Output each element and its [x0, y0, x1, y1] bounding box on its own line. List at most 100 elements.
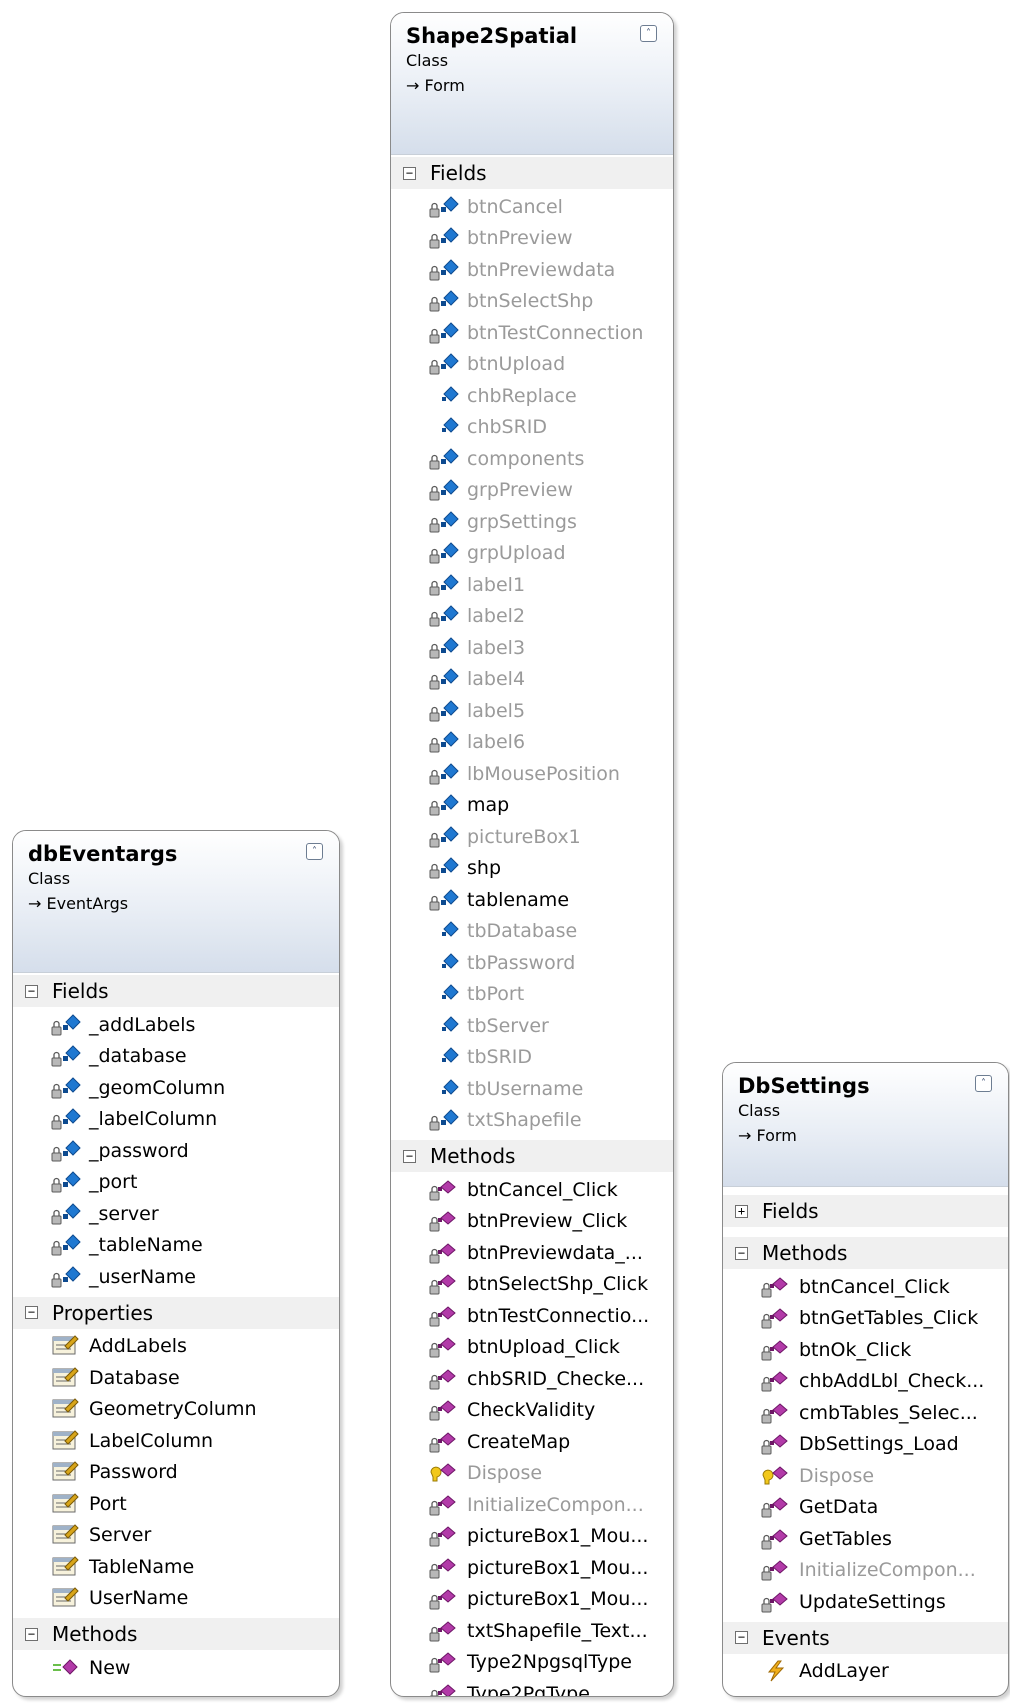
- member-item[interactable]: label2: [391, 601, 673, 633]
- member-item[interactable]: New: [13, 1652, 339, 1684]
- minus-icon[interactable]: −: [25, 1627, 38, 1641]
- member-item[interactable]: shp: [391, 853, 673, 885]
- collapse-icon[interactable]: ˄: [975, 1075, 992, 1092]
- member-item[interactable]: _userName: [13, 1261, 339, 1293]
- member-item[interactable]: btnUpload: [391, 349, 673, 381]
- member-item[interactable]: Database: [13, 1362, 339, 1394]
- member-item[interactable]: tbSRID: [391, 1042, 673, 1074]
- minus-icon[interactable]: −: [403, 166, 416, 180]
- member-item[interactable]: lbMousePosition: [391, 758, 673, 790]
- member-item[interactable]: _database: [13, 1041, 339, 1073]
- member-item[interactable]: btnTestConnectio...: [391, 1300, 673, 1332]
- section-methods[interactable]: − Methods: [723, 1237, 1008, 1269]
- member-item[interactable]: chbSRID: [391, 412, 673, 444]
- member-item[interactable]: DbSettings_Load: [723, 1429, 1008, 1461]
- collapse-icon[interactable]: ˄: [640, 25, 657, 42]
- section-fields[interactable]: + Fields: [723, 1195, 1008, 1227]
- member-item[interactable]: Server: [13, 1520, 339, 1552]
- section-methods[interactable]: − Methods: [13, 1618, 339, 1650]
- member-item[interactable]: AddLayer: [723, 1656, 1008, 1688]
- member-item[interactable]: grpSettings: [391, 506, 673, 538]
- class-header[interactable]: dbEventargs Class → EventArgs ˄: [13, 831, 339, 973]
- member-item[interactable]: LabelColumn: [13, 1425, 339, 1457]
- member-item[interactable]: btnOk_Click: [723, 1334, 1008, 1366]
- member-item[interactable]: _port: [13, 1167, 339, 1199]
- member-item[interactable]: label4: [391, 664, 673, 696]
- member-item[interactable]: label5: [391, 695, 673, 727]
- member-item[interactable]: btnCancel: [391, 191, 673, 223]
- member-item[interactable]: grpUpload: [391, 538, 673, 570]
- member-item[interactable]: Dispose: [723, 1460, 1008, 1492]
- member-item[interactable]: txtShapefile: [391, 1105, 673, 1137]
- class-header[interactable]: Shape2Spatial Class → Form ˄: [391, 13, 673, 155]
- plus-icon[interactable]: +: [735, 1204, 748, 1218]
- member-item[interactable]: tablename: [391, 884, 673, 916]
- member-item[interactable]: cmbTables_Selec...: [723, 1397, 1008, 1429]
- member-item[interactable]: TableName: [13, 1551, 339, 1583]
- member-item[interactable]: tbServer: [391, 1010, 673, 1042]
- member-item[interactable]: chbSRID_Checke...: [391, 1363, 673, 1395]
- member-item[interactable]: label6: [391, 727, 673, 759]
- member-item[interactable]: GetData: [723, 1492, 1008, 1524]
- member-item[interactable]: InitializeCompon...: [391, 1489, 673, 1521]
- member-item[interactable]: _server: [13, 1198, 339, 1230]
- member-item[interactable]: grpPreview: [391, 475, 673, 507]
- section-events[interactable]: − Events: [723, 1621, 1008, 1654]
- section-fields[interactable]: − Fields: [391, 157, 673, 189]
- member-item[interactable]: components: [391, 443, 673, 475]
- member-item[interactable]: btnCancel_Click: [723, 1271, 1008, 1303]
- member-item[interactable]: map: [391, 790, 673, 822]
- minus-icon[interactable]: −: [735, 1631, 748, 1644]
- member-item[interactable]: UpdateSettings: [723, 1586, 1008, 1618]
- member-item[interactable]: chbReplace: [391, 380, 673, 412]
- member-item[interactable]: btnPreview: [391, 223, 673, 255]
- member-item[interactable]: txtShapefile_Text...: [391, 1615, 673, 1647]
- member-item[interactable]: tbUsername: [391, 1073, 673, 1105]
- collapse-icon[interactable]: ˄: [306, 843, 323, 860]
- member-item[interactable]: pictureBox1: [391, 821, 673, 853]
- member-item[interactable]: _password: [13, 1135, 339, 1167]
- member-item[interactable]: btnPreviewdata: [391, 254, 673, 286]
- member-item[interactable]: pictureBox1_Mou...: [391, 1584, 673, 1616]
- member-item[interactable]: CheckValidity: [391, 1395, 673, 1427]
- member-item[interactable]: _geomColumn: [13, 1072, 339, 1104]
- member-item[interactable]: btnSelectShp_Click: [391, 1269, 673, 1301]
- member-item[interactable]: _addLabels: [13, 1009, 339, 1041]
- member-item[interactable]: btnUpload_Click: [391, 1332, 673, 1364]
- member-item[interactable]: Password: [13, 1457, 339, 1489]
- member-item[interactable]: tbPort: [391, 979, 673, 1011]
- member-item[interactable]: btnTestConnection: [391, 317, 673, 349]
- member-item[interactable]: Type2NpgsqlType: [391, 1647, 673, 1679]
- member-item[interactable]: btnPreview_Click: [391, 1206, 673, 1238]
- member-item[interactable]: UserName: [13, 1583, 339, 1615]
- member-item[interactable]: Type2PgType: [391, 1678, 673, 1696]
- member-item[interactable]: GeometryColumn: [13, 1394, 339, 1426]
- minus-icon[interactable]: −: [735, 1246, 748, 1260]
- member-item[interactable]: GetTables: [723, 1523, 1008, 1555]
- member-item[interactable]: AddLabels: [13, 1331, 339, 1363]
- member-item[interactable]: tbDatabase: [391, 916, 673, 948]
- member-item[interactable]: btnCancel_Click: [391, 1174, 673, 1206]
- member-item[interactable]: btnGetTables_Click: [723, 1303, 1008, 1335]
- class-shape2spatial[interactable]: Shape2Spatial Class → Form ˄ − Fields btn…: [390, 12, 674, 1697]
- section-properties[interactable]: − Properties: [13, 1296, 339, 1329]
- member-item[interactable]: pictureBox1_Mou...: [391, 1521, 673, 1553]
- member-item[interactable]: label3: [391, 632, 673, 664]
- class-dbsettings[interactable]: DbSettings Class → Form ˄ + Fields − Metho…: [722, 1062, 1009, 1697]
- section-fields[interactable]: − Fields: [13, 975, 339, 1007]
- member-item[interactable]: Port: [13, 1488, 339, 1520]
- member-item[interactable]: _tableName: [13, 1230, 339, 1262]
- minus-icon[interactable]: −: [403, 1149, 416, 1163]
- minus-icon[interactable]: −: [25, 1306, 38, 1319]
- member-item[interactable]: tbPassword: [391, 947, 673, 979]
- member-item[interactable]: CreateMap: [391, 1426, 673, 1458]
- member-item[interactable]: Dispose: [391, 1458, 673, 1490]
- member-item[interactable]: InitializeCompon...: [723, 1555, 1008, 1587]
- minus-icon[interactable]: −: [25, 984, 38, 998]
- member-item[interactable]: btnSelectShp: [391, 286, 673, 318]
- member-item[interactable]: btnPreviewdata_...: [391, 1237, 673, 1269]
- class-dbeventargs[interactable]: dbEventargs Class → EventArgs ˄ − Fields …: [12, 830, 340, 1697]
- member-item[interactable]: chbAddLbl_Check...: [723, 1366, 1008, 1398]
- member-item[interactable]: pictureBox1_Mou...: [391, 1552, 673, 1584]
- class-header[interactable]: DbSettings Class → Form ˄: [723, 1063, 1008, 1187]
